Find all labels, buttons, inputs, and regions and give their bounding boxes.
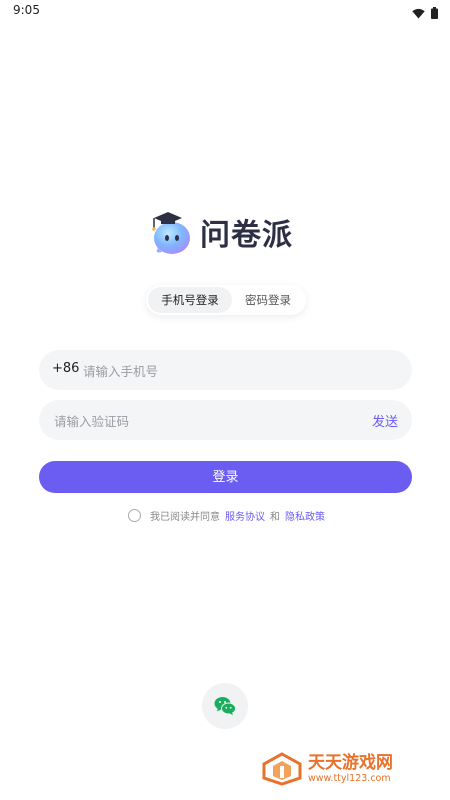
site-watermark: 天天游戏网 www.ttyl123.com: [262, 752, 393, 786]
status-bar: 9:05: [0, 0, 450, 22]
status-time: 9:05: [13, 3, 40, 17]
app-logo: 问卷派: [150, 208, 293, 256]
wechat-icon: [214, 697, 236, 715]
phone-field: +86: [39, 350, 412, 392]
app-name: 问卷派: [200, 218, 293, 253]
watermark-title: 天天游戏网: [308, 753, 393, 773]
service-agreement-link[interactable]: 服务协议: [225, 508, 265, 523]
status-icons: [412, 4, 438, 23]
verification-code-field: 发送: [39, 400, 412, 442]
login-button[interactable]: 登录: [39, 461, 412, 493]
watermark-logo-icon: [262, 752, 302, 786]
battery-icon: [431, 4, 438, 23]
phone-input[interactable]: [81, 350, 395, 392]
tab-password-login[interactable]: 密码登录: [232, 287, 304, 313]
agreement-row: 我已阅读并同意 服务协议 和 隐私政策: [128, 508, 330, 523]
country-code-prefix[interactable]: +86: [52, 361, 79, 376]
watermark-url: www.ttyl123.com: [308, 773, 391, 784]
mascot-logo-icon: [152, 212, 190, 254]
agreement-checkbox[interactable]: [128, 509, 141, 522]
wechat-login-button[interactable]: [202, 683, 248, 729]
tab-phone-login[interactable]: 手机号登录: [148, 287, 232, 313]
agreement-and: 和: [270, 512, 280, 523]
send-code-button[interactable]: 发送: [372, 411, 398, 430]
login-method-tabs: 手机号登录 密码登录: [146, 285, 306, 315]
wifi-icon: [412, 4, 425, 23]
agreement-text: 我已阅读并同意: [150, 512, 220, 523]
privacy-policy-link[interactable]: 隐私政策: [285, 508, 325, 523]
verification-code-input[interactable]: [52, 400, 356, 442]
